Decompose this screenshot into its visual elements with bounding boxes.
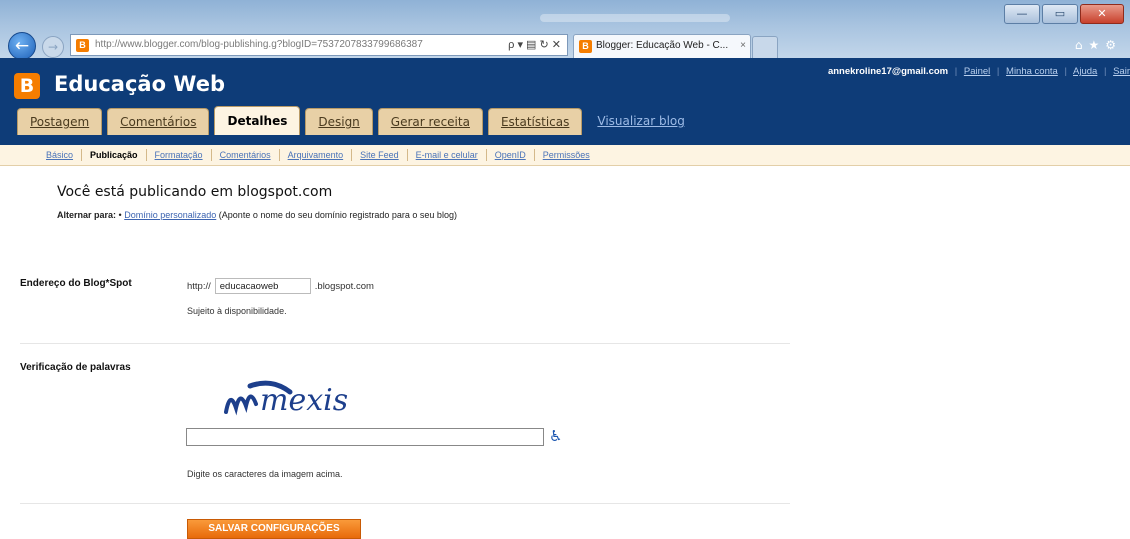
browser-tab-active[interactable]: B Blogger: Educação Web - C... ×	[573, 34, 751, 58]
back-button[interactable]: ←	[8, 32, 36, 60]
gear-icon[interactable]: ⚙	[1105, 38, 1122, 52]
tab-estatisticas[interactable]: Estatísticas	[487, 108, 583, 135]
subnav-basico[interactable]: Básico	[38, 149, 83, 161]
forward-button[interactable]: →	[42, 36, 64, 58]
address-tools[interactable]: ρ ▾ ▤ ↻ ✕	[508, 35, 561, 55]
alternate-option: Alternar para: • Domínio personalizado (…	[57, 210, 457, 220]
blogger-favicon-icon: B	[76, 39, 89, 52]
captcha-text: mexis	[260, 383, 348, 418]
arrow-right-icon: →	[47, 40, 59, 54]
divider	[20, 343, 790, 344]
arrow-left-icon: ←	[14, 36, 30, 56]
subnav-arquivamento[interactable]: Arquivamento	[280, 149, 353, 161]
alt-label: Alternar para:	[57, 210, 117, 220]
close-tab-icon[interactable]: ×	[740, 35, 746, 57]
blogger-logo-icon[interactable]: B	[14, 73, 40, 99]
minimize-button[interactable]: —	[1004, 4, 1040, 24]
browser-tab-title: Blogger: Educação Web - C...	[596, 40, 729, 51]
close-window-button[interactable]: ✕	[1080, 4, 1124, 24]
page-heading: Você está publicando em blogspot.com	[57, 184, 333, 200]
subnav-comentarios[interactable]: Comentários	[212, 149, 280, 161]
blogspot-address-label: Endereço do Blog*Spot	[20, 278, 132, 289]
alt-note: (Aponte o nome do seu domínio registrado…	[218, 210, 457, 220]
maximize-button[interactable]: ▭	[1042, 4, 1078, 24]
availability-note: Sujeito à disponibilidade.	[187, 306, 287, 316]
window-title	[540, 14, 730, 22]
window-controls: — ▭ ✕	[1004, 4, 1124, 24]
view-blog-link[interactable]: Visualizar blog	[597, 108, 684, 135]
link-ajuda[interactable]: Ajuda	[1073, 66, 1097, 77]
subnav-permissoes[interactable]: Permissões	[535, 149, 598, 161]
save-settings-button[interactable]: SALVAR CONFIGURAÇÕES	[187, 519, 361, 539]
tab-postagem[interactable]: Postagem	[17, 108, 103, 135]
blogspot-url-row: http:// .blogspot.com	[187, 278, 374, 294]
blogspot-subdomain-input[interactable]	[214, 278, 311, 294]
subnav-openid[interactable]: OpenID	[487, 149, 535, 161]
subnav-site-feed[interactable]: Site Feed	[352, 149, 408, 161]
captcha-image: mexis	[224, 380, 348, 418]
url-suffix: .blogspot.com	[314, 280, 374, 292]
home-icon[interactable]: ⌂	[1075, 38, 1089, 52]
link-painel[interactable]: Painel	[964, 66, 990, 77]
address-bar[interactable]: B http://www.blogger.com/blog-publishing…	[70, 34, 568, 56]
subnav-publicacao[interactable]: Publicação	[82, 149, 147, 161]
link-minha-conta[interactable]: Minha conta	[1006, 66, 1058, 77]
browser-chrome: — ▭ ✕ ← → B http://www.blogger.com/blog-…	[0, 0, 1130, 60]
subnav-email-celular[interactable]: E-mail e celular	[408, 149, 487, 161]
bullet: •	[118, 210, 122, 220]
main-tabs: Postagem Comentários Detalhes Design Ger…	[17, 106, 685, 135]
blogger-header: B Educação Web annekroline17@gmail.com |…	[0, 58, 1130, 145]
captcha-stroke	[224, 394, 258, 416]
subnav-formatacao[interactable]: Formatação	[147, 149, 212, 161]
tab-detalhes[interactable]: Detalhes	[214, 106, 301, 135]
blog-title: Educação Web	[54, 72, 225, 96]
browser-toolbar-icons[interactable]: ⌂★⚙	[1075, 38, 1122, 52]
subnav-bar: Básico Publicação Formatação Comentários…	[0, 145, 1130, 166]
wheelchair-icon[interactable]: ♿	[549, 427, 562, 445]
word-verification-label: Verificação de palavras	[20, 362, 131, 373]
address-url: http://www.blogger.com/blog-publishing.g…	[95, 39, 423, 50]
url-prefix: http://	[187, 280, 211, 292]
tab-gerar-receita[interactable]: Gerar receita	[377, 108, 483, 135]
link-sair[interactable]: Sair	[1113, 66, 1130, 77]
tab-design[interactable]: Design	[305, 108, 373, 135]
account-email: annekroline17@gmail.com	[827, 66, 949, 77]
subnav-items: Básico Publicação Formatação Comentários…	[38, 145, 598, 165]
blogger-favicon-icon: B	[579, 40, 592, 53]
star-icon[interactable]: ★	[1088, 38, 1105, 52]
tab-comentarios[interactable]: Comentários	[107, 108, 210, 135]
captcha-hint: Digite os caracteres da imagem acima.	[187, 469, 343, 479]
divider	[20, 503, 790, 504]
account-bar: annekroline17@gmail.com | Painel | Minha…	[827, 66, 1130, 77]
new-tab-button[interactable]	[752, 36, 778, 58]
captcha-input[interactable]	[186, 428, 544, 446]
custom-domain-link[interactable]: Domínio personalizado	[124, 210, 216, 220]
